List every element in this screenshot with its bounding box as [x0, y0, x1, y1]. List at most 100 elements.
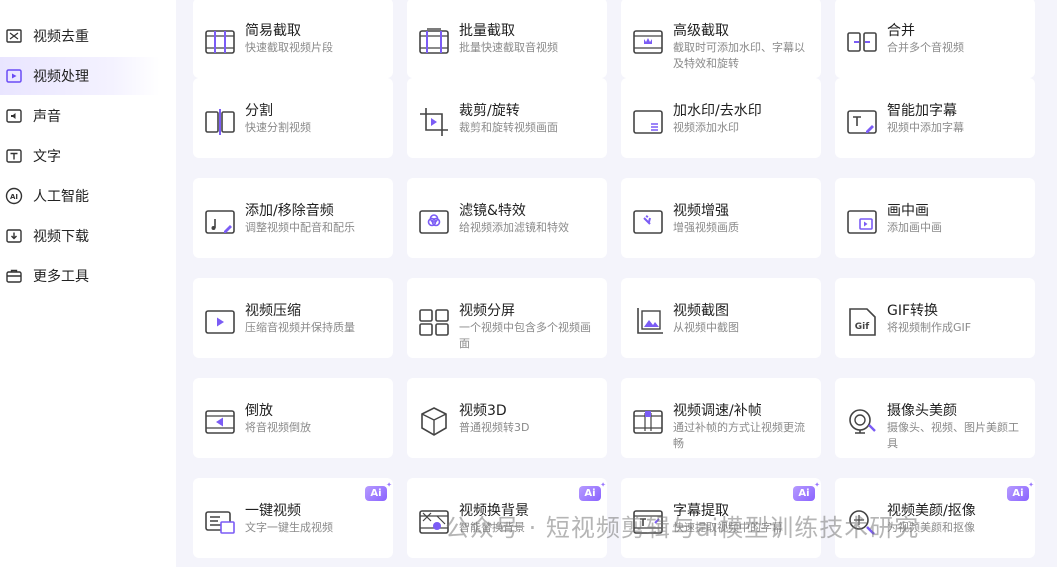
- gif-icon: Gif: [845, 305, 879, 339]
- sidebar-item-label: 文字: [33, 149, 61, 165]
- tool-description: 一个视频中包含多个视频画面: [459, 321, 591, 350]
- tool-title: 视频3D: [459, 403, 507, 419]
- background-icon: [417, 505, 451, 539]
- subtitle-icon: [845, 105, 879, 139]
- tool-description: 增强视频画质: [673, 221, 739, 234]
- sidebar-item[interactable]: 更多工具: [0, 257, 160, 295]
- tool-grid: 简易截取 快速截取视频片段 批量截取 批量快速截取音视频 高级截取 截取时可添加水印、字幕…: [176, 0, 1057, 567]
- tool-description: 调整视频中配音和配乐: [245, 221, 355, 234]
- tool-card[interactable]: 视频增强 增强视频画质: [621, 178, 821, 258]
- toolbox-icon: [4, 266, 24, 286]
- tool-description: 从视频中截图: [673, 321, 739, 334]
- merge-icon: [845, 25, 879, 59]
- tool-description: 截取时可添加水印、字幕以及特效和旋转: [673, 41, 805, 70]
- reverse-icon: [203, 405, 237, 439]
- advanced-trim-icon: [631, 25, 665, 59]
- tool-title: 视频调速/补帧: [673, 403, 762, 419]
- crop-rotate-icon: [417, 105, 451, 139]
- svg-text:AI: AI: [10, 193, 18, 201]
- tool-title: 批量截取: [459, 23, 515, 39]
- tool-title: 画中画: [887, 203, 929, 219]
- tool-card[interactable]: 加水印/去水印 视频添加水印: [621, 78, 821, 158]
- tool-card[interactable]: 批量截取 批量快速截取音视频: [407, 0, 607, 78]
- tool-card[interactable]: 画中画 添加画中画: [835, 178, 1035, 258]
- tool-card[interactable]: Gif GIF转换 将视频制作成GIF: [835, 278, 1035, 358]
- tool-title: 字幕提取: [673, 503, 729, 519]
- tool-description: 压缩音视频并保持质量: [245, 321, 355, 334]
- tool-card[interactable]: 分割 快速分割视频: [193, 78, 393, 158]
- tool-card[interactable]: 视频截图从视频中截图: [621, 278, 821, 358]
- sidebar-item-label: 人工智能: [33, 189, 89, 205]
- tool-card[interactable]: 字幕提取快速提取视频中的字幕 Ai: [621, 478, 821, 558]
- tool-title: 视频换背景: [459, 503, 529, 519]
- tool-card[interactable]: 视频美颜/抠像 为视频美颜和抠像 Ai: [835, 478, 1035, 558]
- tool-description: 给视频添加滤镜和特效: [459, 221, 569, 234]
- tool-card[interactable]: 简易截取快速截取视频片段: [193, 0, 393, 78]
- speed-icon: [631, 405, 665, 439]
- cube-3d-icon: [417, 405, 451, 439]
- sidebar-item-label: 声音: [33, 109, 61, 125]
- tool-card[interactable]: 一键视频 文字一键生成视频 Ai: [193, 478, 393, 558]
- tool-description: 视频中添加字幕: [887, 121, 964, 134]
- tool-title: 分割: [245, 103, 273, 119]
- tool-card[interactable]: 滤镜&特效 给视频添加滤镜和特效: [407, 178, 607, 258]
- watermark-icon: [631, 105, 665, 139]
- sidebar-item[interactable]: 视频处理: [0, 57, 160, 95]
- beauty-matting-icon: [845, 505, 879, 539]
- ai-badge: Ai: [793, 481, 820, 501]
- tool-title: 添加/移除音频: [245, 203, 334, 219]
- download-icon: [4, 226, 24, 246]
- tool-title: 视频压缩: [245, 303, 301, 319]
- tool-title: 简易截取: [245, 23, 301, 39]
- tool-description: 合并多个音视频: [887, 41, 964, 54]
- tool-card[interactable]: 摄像头美颜 摄像头、视频、图片美颜工具: [835, 378, 1035, 458]
- tool-card[interactable]: 高级截取截取时可添加水印、字幕以及特效和旋转: [621, 0, 821, 78]
- tool-card[interactable]: 添加/移除音频调整视频中配音和配乐: [193, 178, 393, 258]
- ai-badge: Ai: [365, 481, 392, 501]
- text-icon: [4, 146, 24, 166]
- tool-card[interactable]: 视频压缩压缩音视频并保持质量: [193, 278, 393, 358]
- screenshot-icon: [631, 305, 665, 339]
- tool-card[interactable]: 智能加字幕 视频中添加字幕: [835, 78, 1035, 158]
- tool-description: 普通视频转3D: [459, 421, 530, 434]
- tool-card[interactable]: 视频换背景智能替换背景 Ai: [407, 478, 607, 558]
- sidebar-item[interactable]: 视频去重: [0, 17, 160, 55]
- tool-card[interactable]: 视频3D 普通视频转3D: [407, 378, 607, 458]
- tool-description: 快速截取视频片段: [245, 41, 333, 54]
- tool-card[interactable]: 合并 合并多个音视频: [835, 0, 1035, 78]
- sidebar-item[interactable]: 声音: [0, 97, 160, 135]
- sidebar-item[interactable]: 视频下载: [0, 217, 160, 255]
- tool-description: 通过补帧的方式让视频更流畅: [673, 421, 805, 450]
- tool-description: 裁剪和旋转视频画面: [459, 121, 558, 134]
- tool-card[interactable]: 视频调速/补帧通过补帧的方式让视频更流畅: [621, 378, 821, 458]
- tool-title: 视频美颜/抠像: [887, 503, 976, 519]
- tool-title: 一键视频: [245, 503, 301, 519]
- camera-beauty-icon: [845, 405, 879, 439]
- sidebar-item[interactable]: 文字: [0, 137, 160, 175]
- split-screen-icon: [417, 305, 451, 339]
- ai-badge: Ai: [579, 481, 606, 501]
- tool-title: 视频截图: [673, 303, 729, 319]
- ai-badge: Ai: [1007, 481, 1034, 501]
- audio-icon: [203, 205, 237, 239]
- tool-card[interactable]: 视频分屏 一个视频中包含多个视频画面: [407, 278, 607, 358]
- tool-description: 为视频美颜和抠像: [887, 521, 975, 534]
- split-icon: [203, 105, 237, 139]
- dedupe-icon: [4, 26, 24, 46]
- tool-title: 合并: [887, 23, 915, 39]
- tool-card[interactable]: 裁剪/旋转 裁剪和旋转视频画面: [407, 78, 607, 158]
- filter-icon: [417, 205, 451, 239]
- sidebar-item-label: 视频去重: [33, 29, 89, 45]
- sound-icon: [4, 106, 24, 126]
- compress-icon: [203, 305, 237, 339]
- tool-card[interactable]: 倒放 将音视频倒放: [193, 378, 393, 458]
- tool-description: 添加画中画: [887, 221, 942, 234]
- tool-title: GIF转换: [887, 303, 939, 319]
- tool-description: 快速提取视频中的字幕: [673, 521, 783, 534]
- tool-title: 高级截取: [673, 23, 729, 39]
- tool-description: 快速分割视频: [245, 121, 311, 134]
- tool-description: 智能替换背景: [459, 521, 525, 534]
- one-click-video-icon: [203, 505, 237, 539]
- sidebar-item[interactable]: AI 人工智能: [0, 177, 160, 215]
- batch-trim-icon: [417, 25, 451, 59]
